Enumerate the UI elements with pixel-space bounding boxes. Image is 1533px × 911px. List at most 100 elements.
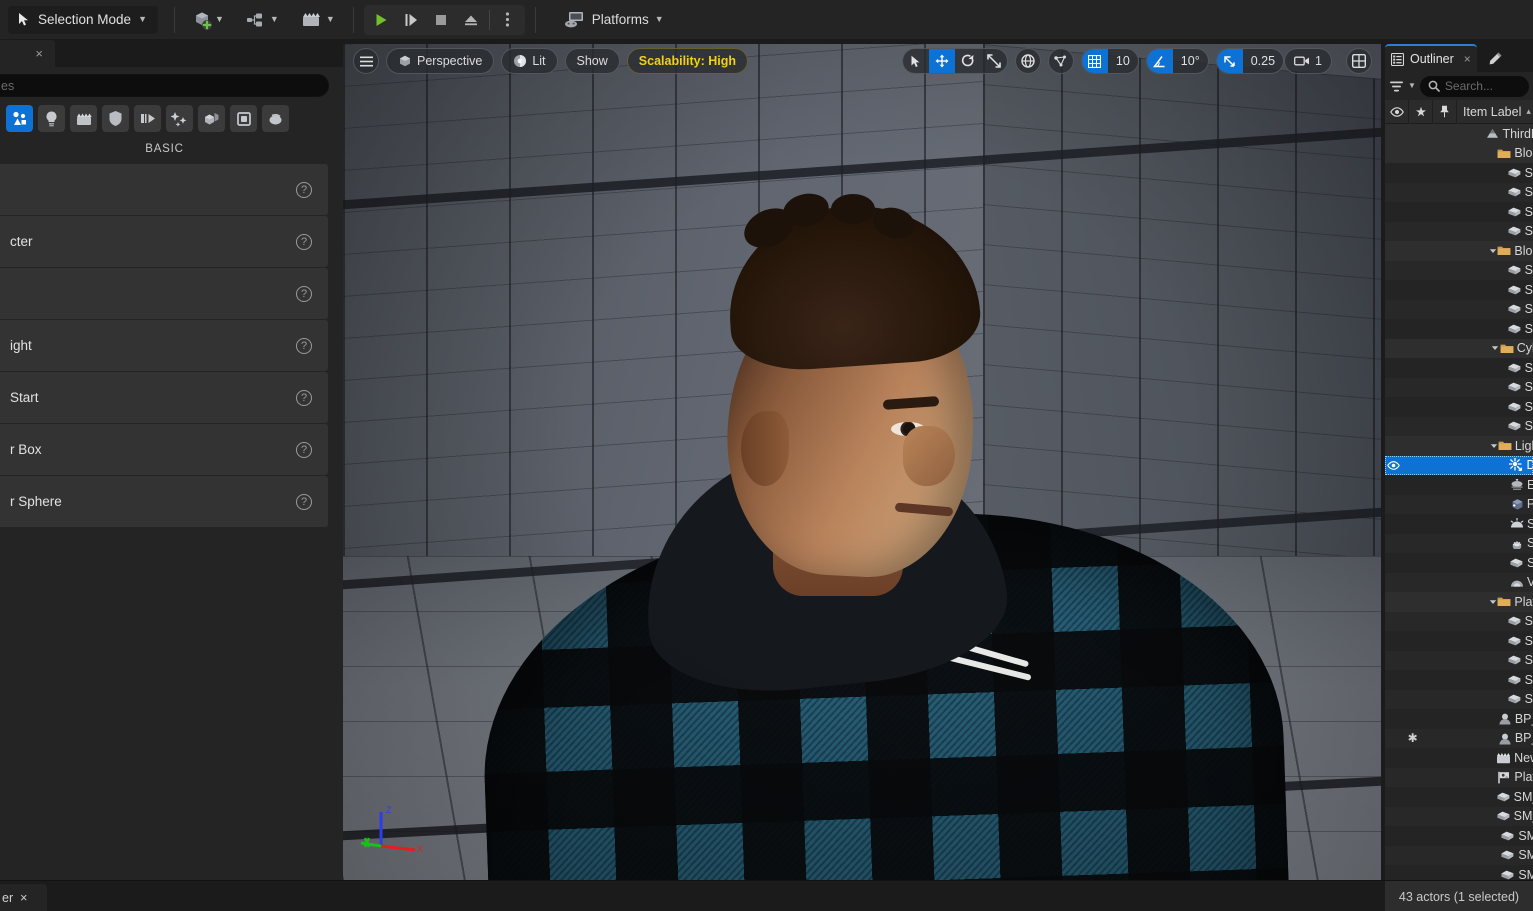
viewport-viewmode-button[interactable]: Lit: [501, 48, 558, 74]
row-expander-icon[interactable]: [1489, 598, 1497, 606]
row-expander-icon[interactable]: [1489, 442, 1497, 450]
category-geometry[interactable]: [134, 105, 161, 132]
camera-speed-group[interactable]: 1: [1284, 48, 1332, 74]
place-actor-item[interactable]: ?: [0, 268, 328, 319]
viewport-layout-button[interactable]: [1346, 48, 1372, 74]
help-icon[interactable]: ?: [296, 233, 312, 250]
play-options-button[interactable]: [493, 6, 523, 34]
translate-tool-button[interactable]: [928, 49, 955, 73]
outliner-tree[interactable]: ThirdP Bloc SI SI SI SI Bloc SI SI SI SI Cyli SI SI SI…: [1385, 124, 1533, 880]
outliner-row[interactable]: Play: [1385, 767, 1533, 787]
outliner-row[interactable]: SM_: [1385, 787, 1533, 807]
outliner-row[interactable]: S: [1385, 533, 1533, 553]
rotate-tool-button[interactable]: [955, 49, 981, 73]
outliner-row[interactable]: SI: [1385, 377, 1533, 397]
outliner-row[interactable]: SI: [1385, 611, 1533, 631]
step-button[interactable]: [396, 6, 426, 34]
row-visibility-toggle[interactable]: [1385, 460, 1402, 470]
outliner-row[interactable]: SI: [1385, 397, 1533, 417]
outliner-search-input[interactable]: Search...: [1419, 75, 1529, 97]
eject-button[interactable]: [456, 6, 486, 34]
outliner-row[interactable]: SM: [1385, 845, 1533, 865]
outliner-row[interactable]: SM: [1385, 865, 1533, 880]
outliner-row[interactable]: ThirdP: [1385, 124, 1533, 144]
cinematics-button[interactable]: ▼: [297, 5, 339, 35]
place-actor-item[interactable]: ?: [0, 164, 328, 215]
outliner-row[interactable]: P: [1385, 494, 1533, 514]
category-recent[interactable]: [262, 105, 289, 132]
surface-snap-button[interactable]: [1047, 48, 1074, 74]
outliner-row[interactable]: SI: [1385, 631, 1533, 651]
outliner-row[interactable]: S: [1385, 514, 1533, 534]
coordinate-system-button[interactable]: [1014, 48, 1041, 74]
category-cinematic[interactable]: [70, 105, 97, 132]
viewport-show-button[interactable]: Show: [564, 48, 620, 74]
outliner-row[interactable]: SI: [1385, 670, 1533, 690]
outliner-row[interactable]: Cyli: [1385, 338, 1533, 358]
viewport-camera-button[interactable]: Perspective: [386, 48, 495, 74]
outliner-row[interactable]: SI: [1385, 260, 1533, 280]
outliner-row[interactable]: SI: [1385, 689, 1533, 709]
stop-button[interactable]: [426, 6, 456, 34]
outliner-row[interactable]: SI: [1385, 650, 1533, 670]
row-expander-icon[interactable]: [1491, 344, 1500, 352]
outliner-row[interactable]: S: [1385, 553, 1533, 573]
outliner-row[interactable]: BP_: [1385, 709, 1533, 729]
help-icon[interactable]: ?: [296, 493, 312, 510]
add-actor-button[interactable]: ▼: [187, 5, 228, 35]
outliner-row[interactable]: SI: [1385, 416, 1533, 436]
outliner-row[interactable]: Ligh: [1385, 436, 1533, 456]
column-pin[interactable]: [1433, 99, 1457, 124]
platforms-button[interactable]: Platforms ▼: [556, 5, 672, 35]
grid-snap-toggle[interactable]: [1081, 49, 1108, 73]
close-icon[interactable]: ×: [35, 46, 43, 61]
blueprints-button[interactable]: ▼: [242, 5, 283, 35]
place-actor-item[interactable]: r Box ?: [0, 424, 328, 475]
outliner-row[interactable]: SI: [1385, 202, 1533, 222]
help-icon[interactable]: ?: [296, 337, 312, 354]
place-actor-item[interactable]: ight ?: [0, 320, 328, 371]
level-viewport[interactable]: Z X: [343, 44, 1381, 886]
outliner-row[interactable]: SM: [1385, 826, 1533, 846]
outliner-row[interactable]: Bloc: [1385, 143, 1533, 163]
outliner-row[interactable]: Bloc: [1385, 241, 1533, 261]
category-lights[interactable]: [38, 105, 65, 132]
outliner-row[interactable]: SI: [1385, 280, 1533, 300]
viewport-menu-button[interactable]: [353, 48, 379, 74]
outliner-row[interactable]: New: [1385, 748, 1533, 768]
place-actor-item[interactable]: r Sphere ?: [0, 476, 328, 527]
column-item-label[interactable]: Item Label ▴: [1457, 105, 1533, 119]
close-icon[interactable]: ×: [1464, 52, 1471, 66]
outliner-row[interactable]: ✱ BP_: [1385, 728, 1533, 748]
outliner-row[interactable]: E: [1385, 475, 1533, 495]
place-actors-search-input[interactable]: es: [0, 74, 329, 97]
help-icon[interactable]: ?: [296, 181, 312, 198]
chevron-down-icon[interactable]: ▼: [1408, 82, 1416, 90]
place-actors-tab[interactable]: ×: [0, 40, 55, 67]
place-actor-item[interactable]: Start ?: [0, 372, 328, 423]
column-visibility[interactable]: [1385, 99, 1409, 124]
outliner-row[interactable]: SI: [1385, 319, 1533, 339]
category-basic[interactable]: [6, 105, 33, 132]
viewport-scalability-button[interactable]: Scalability: High: [626, 48, 749, 74]
row-expander-icon[interactable]: [1489, 247, 1497, 255]
category-visual-effects[interactable]: [102, 105, 129, 132]
category-all-classes[interactable]: [198, 105, 225, 132]
angle-snap-group[interactable]: 10°: [1145, 48, 1209, 74]
column-favorite[interactable]: [1409, 99, 1433, 124]
content-drawer-tab[interactable]: er ×: [0, 884, 47, 911]
select-tool-button[interactable]: [903, 49, 929, 73]
outliner-row[interactable]: SM_: [1385, 806, 1533, 826]
scale-tool-button[interactable]: [981, 49, 1007, 73]
outliner-row[interactable]: Play: [1385, 592, 1533, 612]
angle-snap-value[interactable]: 10°: [1173, 49, 1208, 73]
scale-snap-value[interactable]: 0.25: [1243, 49, 1283, 73]
selection-mode-button[interactable]: Selection Mode ▼: [8, 5, 158, 34]
row-favorite-toggle[interactable]: ✱: [1403, 731, 1421, 745]
category-shapes[interactable]: [230, 105, 257, 132]
help-icon[interactable]: ?: [296, 389, 312, 406]
filter-icon[interactable]: [1389, 80, 1404, 93]
outliner-row-selected[interactable]: D: [1385, 455, 1533, 475]
grid-snap-value[interactable]: 10: [1108, 49, 1138, 73]
scale-snap-toggle[interactable]: [1216, 49, 1243, 73]
